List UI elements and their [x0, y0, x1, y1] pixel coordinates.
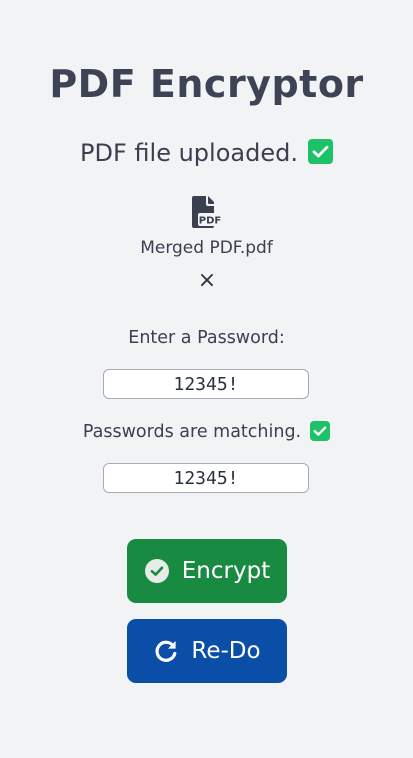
- check-square-icon: [307, 138, 333, 164]
- remove-file-button[interactable]: ×: [196, 270, 218, 292]
- app-container: PDF Encryptor PDF file uploaded. PDF Mer…: [0, 0, 413, 758]
- check-circle-icon: [144, 558, 170, 584]
- check-square-icon: [310, 420, 331, 441]
- encrypt-button-label: Encrypt: [181, 558, 271, 584]
- confirm-password-input[interactable]: [103, 463, 309, 493]
- redo-button[interactable]: Re-Do: [127, 619, 287, 683]
- page-title: PDF Encryptor: [49, 62, 364, 106]
- pdf-file-icon: PDF: [190, 196, 222, 228]
- redo-arrow-icon: [153, 638, 179, 664]
- upload-status: PDF file uploaded.: [0, 138, 413, 167]
- password-label: Enter a Password:: [128, 328, 285, 348]
- password-match-text: Passwords are matching.: [82, 422, 302, 442]
- upload-status-text: PDF file uploaded.: [80, 139, 298, 167]
- uploaded-file-name: Merged PDF.pdf: [140, 238, 273, 258]
- password-match-status: Passwords are matching.: [0, 420, 413, 442]
- redo-button-label: Re-Do: [191, 638, 261, 664]
- password-input[interactable]: [103, 369, 309, 399]
- svg-text:PDF: PDF: [199, 216, 221, 227]
- encrypt-button[interactable]: Encrypt: [127, 539, 287, 603]
